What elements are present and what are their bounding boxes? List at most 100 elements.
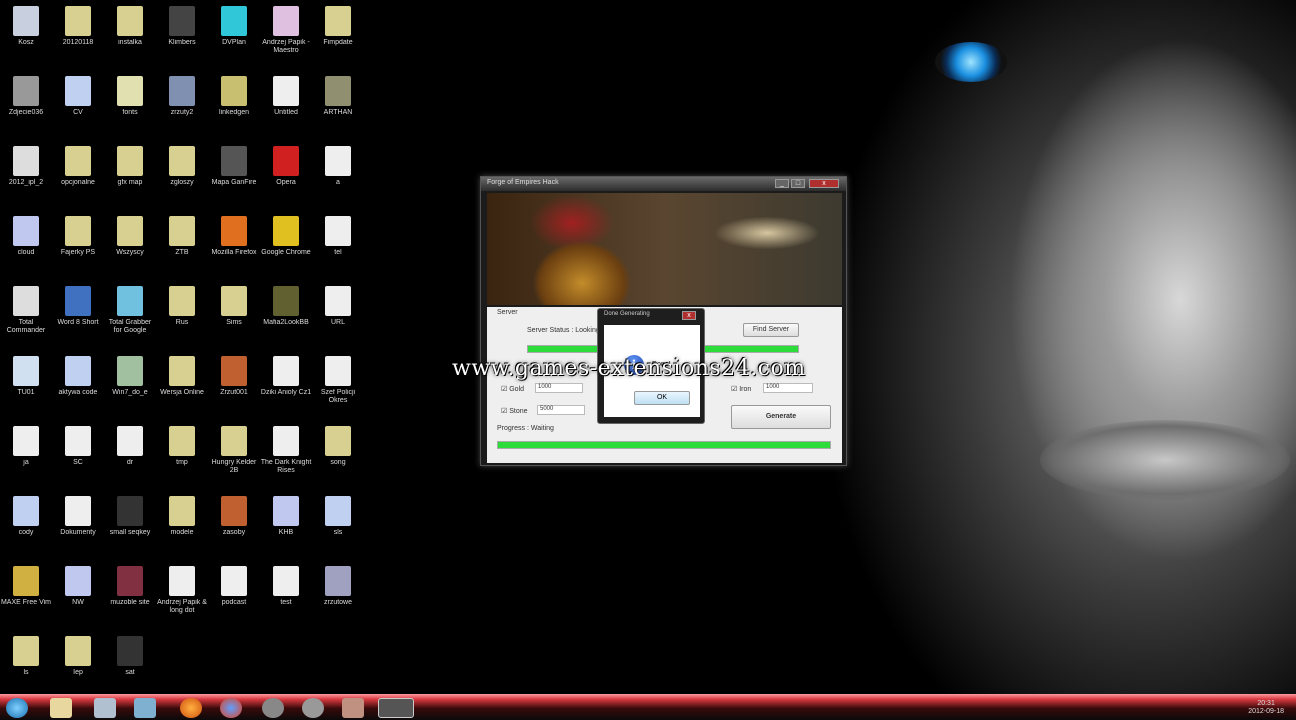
desktop-icon[interactable]: tel xyxy=(312,212,364,276)
hack-tool-taskbar-button[interactable] xyxy=(378,698,414,718)
desktop-icon-label: Andrzej Papik - Maestro xyxy=(262,39,310,54)
desktop-icon[interactable]: Szef Policji Okres xyxy=(312,352,364,416)
file-icon xyxy=(65,146,91,176)
desktop-icon[interactable]: Andrzej Papik - Maestro xyxy=(260,2,312,66)
minimize-button[interactable]: _ xyxy=(775,179,789,188)
desktop-icon[interactable]: Sims xyxy=(208,282,260,346)
desktop-icon[interactable]: KHB xyxy=(260,492,312,556)
desktop-icon[interactable]: muzoble site xyxy=(104,562,156,626)
desktop-icon[interactable]: test xyxy=(260,562,312,626)
desktop-icon[interactable]: zgloszy xyxy=(156,142,208,206)
desktop-icon-label: Untitled xyxy=(274,109,298,116)
desktop-icon[interactable]: NW xyxy=(52,562,104,626)
desktop-icon[interactable]: ZTB xyxy=(156,212,208,276)
dialog-close-button[interactable]: x xyxy=(682,311,696,320)
desktop-icon[interactable]: Google Chrome xyxy=(260,212,312,276)
generation-progress-bar xyxy=(497,441,831,449)
desktop-icon[interactable]: zrzuty2 xyxy=(156,72,208,136)
desktop-icon[interactable]: linkedgen xyxy=(208,72,260,136)
desktop-icon[interactable]: The Dark Knight Rises xyxy=(260,422,312,486)
desktop-icon[interactable]: tmp xyxy=(156,422,208,486)
start-button[interactable] xyxy=(6,698,28,718)
iron-checkbox[interactable]: ☑ Iron xyxy=(731,385,751,393)
documents-taskbar-icon[interactable] xyxy=(94,698,116,718)
dialog-ok-button[interactable]: OK xyxy=(634,391,690,405)
maximize-button[interactable]: □ xyxy=(791,179,805,188)
desktop-icon[interactable]: Wszyscy xyxy=(104,212,156,276)
file-icon xyxy=(221,6,247,36)
desktop-icon[interactable]: sat xyxy=(104,632,156,696)
explorer-taskbar-icon[interactable] xyxy=(50,698,72,718)
desktop-icon[interactable]: SC xyxy=(52,422,104,486)
desktop-icon[interactable]: Mozilla Firefox xyxy=(208,212,260,276)
desktop-icon[interactable]: Zrzut001 xyxy=(208,352,260,416)
desktop-icon[interactable]: modele xyxy=(156,492,208,556)
desktop-icon[interactable]: Kosz xyxy=(0,2,52,66)
desktop-icon[interactable]: Andrzej Papik & long dot xyxy=(156,562,208,626)
desktop-icon[interactable]: gfx map xyxy=(104,142,156,206)
close-button[interactable]: x xyxy=(809,179,839,188)
desktop-icon[interactable]: fonts xyxy=(104,72,156,136)
desktop-icon[interactable]: sls xyxy=(312,492,364,556)
gold-checkbox[interactable]: ☑ Gold xyxy=(501,385,524,393)
desktop-icon[interactable]: instalka xyxy=(104,2,156,66)
watermark-text: www.games-extensions24.com xyxy=(452,356,806,381)
desktop-icon[interactable]: TU01 xyxy=(0,352,52,416)
desktop-icon-label: instalka xyxy=(118,39,142,46)
desktop-icon[interactable]: Total Grabber for Google xyxy=(104,282,156,346)
generate-button[interactable]: Generate xyxy=(731,405,831,429)
desktop-icon[interactable]: cloud xyxy=(0,212,52,276)
desktop-icon[interactable]: zrzutowe xyxy=(312,562,364,626)
desktop-icon[interactable]: Win7_do_e xyxy=(104,352,156,416)
media-taskbar-icon[interactable] xyxy=(134,698,156,718)
desktop-icon[interactable]: Dziki Anioly Cz1 xyxy=(260,352,312,416)
desktop-icon[interactable]: Mafia2LookBB xyxy=(260,282,312,346)
desktop-icon[interactable]: ls xyxy=(0,632,52,696)
desktop-icon[interactable]: opcjonalne xyxy=(52,142,104,206)
desktop-icon[interactable]: Word 8 Short xyxy=(52,282,104,346)
desktop-icon[interactable]: Hungry Kelder 2B xyxy=(208,422,260,486)
app3-taskbar-icon[interactable] xyxy=(342,698,364,718)
desktop-icon[interactable]: podcast xyxy=(208,562,260,626)
desktop-icon[interactable]: small seqkey xyxy=(104,492,156,556)
desktop-icon[interactable]: Opera xyxy=(260,142,312,206)
desktop-icon[interactable]: Total Commander xyxy=(0,282,52,346)
desktop-icon-label: aktywa code xyxy=(58,389,98,396)
desktop-icon[interactable]: Iep xyxy=(52,632,104,696)
desktop-icon[interactable]: ja xyxy=(0,422,52,486)
desktop-icon[interactable]: cody xyxy=(0,492,52,556)
desktop-icon[interactable]: Rus xyxy=(156,282,208,346)
desktop-icon[interactable]: song xyxy=(312,422,364,486)
stone-input[interactable]: 5000 xyxy=(537,405,585,415)
desktop-icon[interactable]: Klimbers xyxy=(156,2,208,66)
desktop-icon[interactable]: 20120118 xyxy=(52,2,104,66)
desktop-icon[interactable]: MAXE Free Vim xyxy=(0,562,52,626)
taskbar-clock[interactable]: 20:31 2012-09-18 xyxy=(1248,700,1284,716)
gold-input[interactable]: 1000 xyxy=(535,383,583,393)
desktop-icon[interactable]: 2012_ipl_2 xyxy=(0,142,52,206)
desktop-icon[interactable]: DVPlan xyxy=(208,2,260,66)
desktop-icon[interactable]: a xyxy=(312,142,364,206)
desktop-icon[interactable]: Untitled xyxy=(260,72,312,136)
find-server-button[interactable]: Find Server xyxy=(743,323,799,337)
firefox-taskbar-icon[interactable] xyxy=(180,698,202,718)
desktop-icon[interactable]: ARTHAN xyxy=(312,72,364,136)
desktop-icon[interactable]: Fajerky PS xyxy=(52,212,104,276)
desktop-icon[interactable]: Dokumenty xyxy=(52,492,104,556)
desktop-icon[interactable]: Fimpdate xyxy=(312,2,364,66)
stone-checkbox[interactable]: ☑ Stone xyxy=(501,407,528,415)
desktop-icon[interactable]: zasoby xyxy=(208,492,260,556)
app-taskbar-icon[interactable] xyxy=(262,698,284,718)
desktop-icon[interactable]: CV xyxy=(52,72,104,136)
desktop-icon[interactable]: aktywa code xyxy=(52,352,104,416)
browser-taskbar-icon[interactable] xyxy=(220,698,242,718)
desktop-icon[interactable]: URL xyxy=(312,282,364,346)
desktop-icon[interactable]: Wersja Online xyxy=(156,352,208,416)
desktop-icon[interactable]: Mapa GanFire xyxy=(208,142,260,206)
iron-input[interactable]: 1000 xyxy=(763,383,813,393)
clock-time: 20:31 xyxy=(1257,700,1275,707)
app2-taskbar-icon[interactable] xyxy=(302,698,324,718)
desktop-icon[interactable]: dr xyxy=(104,422,156,486)
desktop-icon[interactable]: Zdjecie036 xyxy=(0,72,52,136)
desktop-icon-label: MAXE Free Vim xyxy=(0,599,52,606)
